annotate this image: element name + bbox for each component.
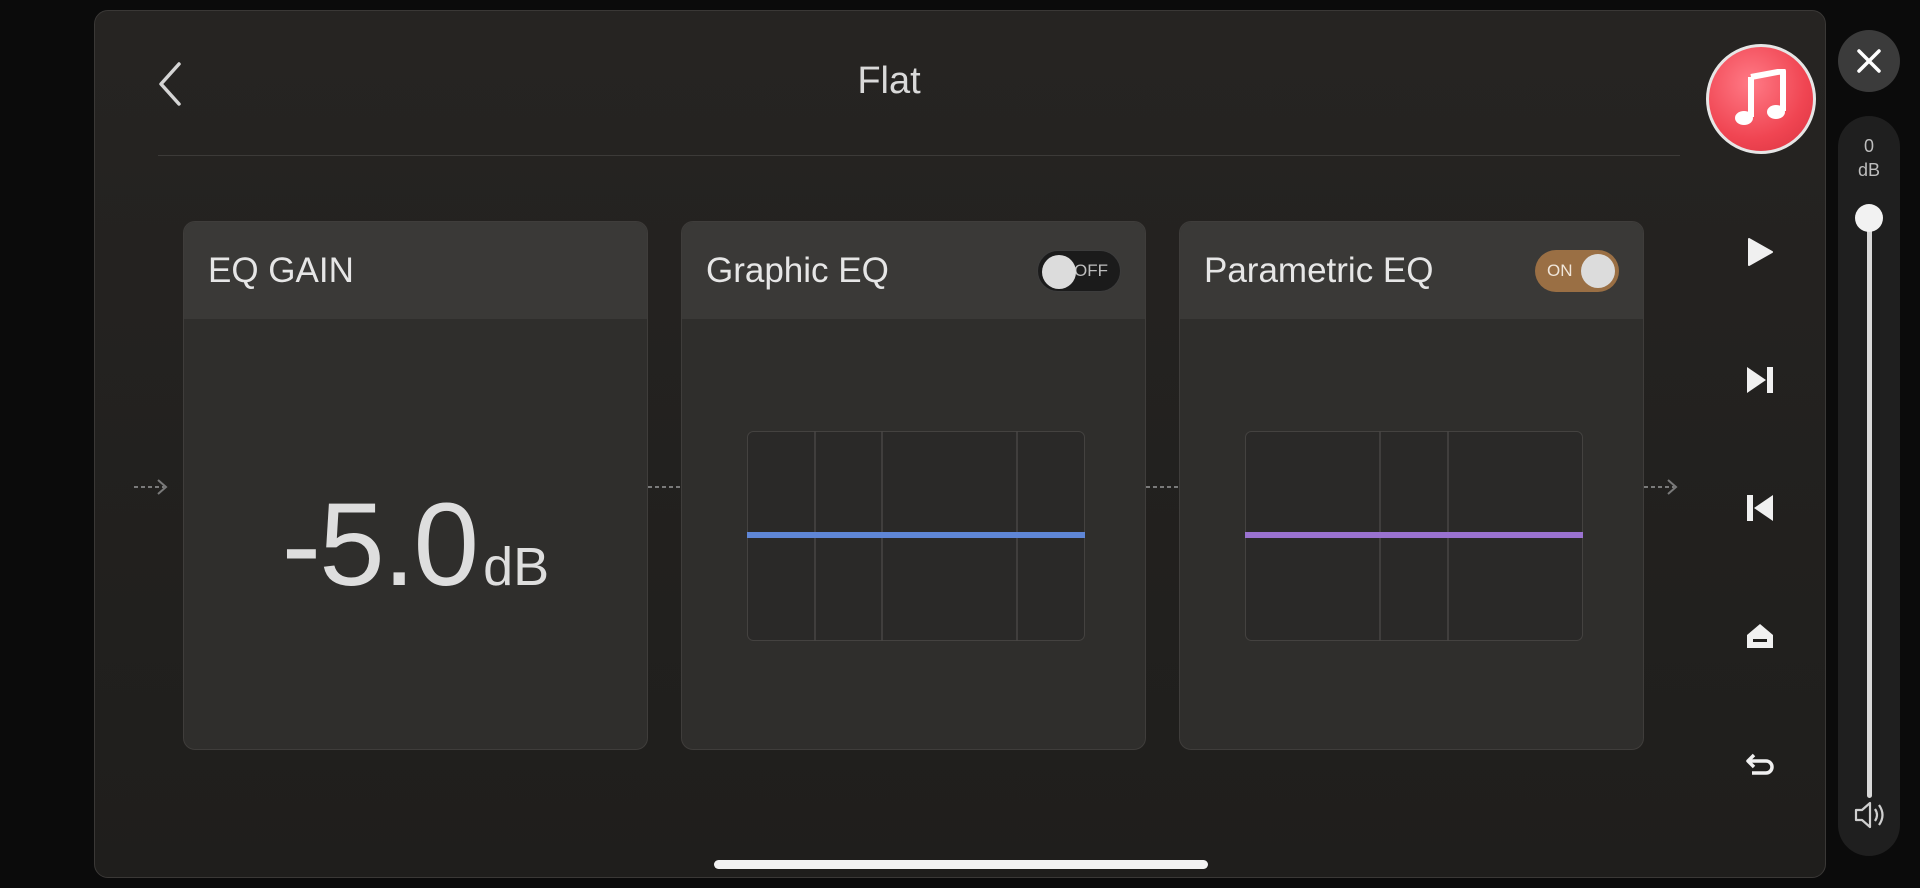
- eq-gain-value: -5.0: [281, 479, 479, 611]
- parametric-eq-card-header: Parametric EQ ON: [1180, 222, 1643, 319]
- eq-gain-title: EQ GAIN: [208, 250, 354, 290]
- return-icon: [1746, 753, 1774, 775]
- graphic-eq-card-header: Graphic EQ OFF: [682, 222, 1145, 319]
- previous-track-button[interactable]: [1736, 484, 1784, 532]
- flow-connector-1: [648, 486, 680, 488]
- home-indicator-bar: [714, 860, 1208, 869]
- next-track-button[interactable]: [1736, 356, 1784, 404]
- music-note-icon: [1735, 69, 1786, 125]
- graphic-eq-response-graph: [747, 431, 1085, 641]
- flow-connector-in: [134, 479, 168, 495]
- graphic-eq-toggle-label: OFF: [1074, 260, 1108, 280]
- close-button[interactable]: [1838, 30, 1900, 92]
- flow-connector-out: [1644, 479, 1678, 495]
- volume-slider-track[interactable]: [1867, 218, 1872, 798]
- parametric-eq-toggle-label: ON: [1547, 260, 1573, 280]
- volume-panel: 0 dB: [1838, 116, 1900, 856]
- toggle-knob: [1042, 254, 1076, 289]
- page-title: Flat: [857, 60, 921, 102]
- play-icon: [1748, 238, 1773, 266]
- close-icon: [1857, 49, 1881, 73]
- volume-slider-thumb[interactable]: [1855, 204, 1883, 232]
- toggle-knob: [1581, 253, 1615, 288]
- volume-unit-label: dB: [1857, 160, 1881, 180]
- graphic-eq-title: Graphic EQ: [706, 250, 889, 290]
- play-button[interactable]: [1736, 228, 1784, 276]
- skip-next-icon: [1747, 367, 1773, 393]
- return-button[interactable]: [1736, 740, 1784, 788]
- home-icon: [1747, 624, 1773, 648]
- speaker-icon: [1854, 801, 1884, 829]
- eq-gain-card-header: EQ GAIN: [184, 222, 647, 319]
- parametric-eq-title: Parametric EQ: [1204, 250, 1434, 290]
- parametric-eq-response-graph: [1245, 431, 1583, 641]
- parametric-eq-toggle[interactable]: ON: [1535, 249, 1619, 292]
- eq-gain-unit: dB: [483, 537, 550, 597]
- header-divider: [158, 155, 1680, 156]
- graphic-eq-toggle[interactable]: OFF: [1037, 249, 1121, 292]
- eq-gain-card[interactable]: EQ GAIN -5.0 dB: [183, 221, 648, 750]
- skip-previous-icon: [1747, 495, 1773, 521]
- music-app-button[interactable]: [1706, 44, 1816, 154]
- volume-value-label: 0: [1863, 136, 1874, 156]
- home-button[interactable]: [1736, 612, 1784, 660]
- flow-connector-2: [1146, 486, 1178, 488]
- parametric-eq-card[interactable]: Parametric EQ ON: [1179, 221, 1644, 750]
- graphic-eq-card[interactable]: Graphic EQ OFF: [681, 221, 1146, 750]
- eq-gain-readout: -5.0 dB: [184, 477, 647, 613]
